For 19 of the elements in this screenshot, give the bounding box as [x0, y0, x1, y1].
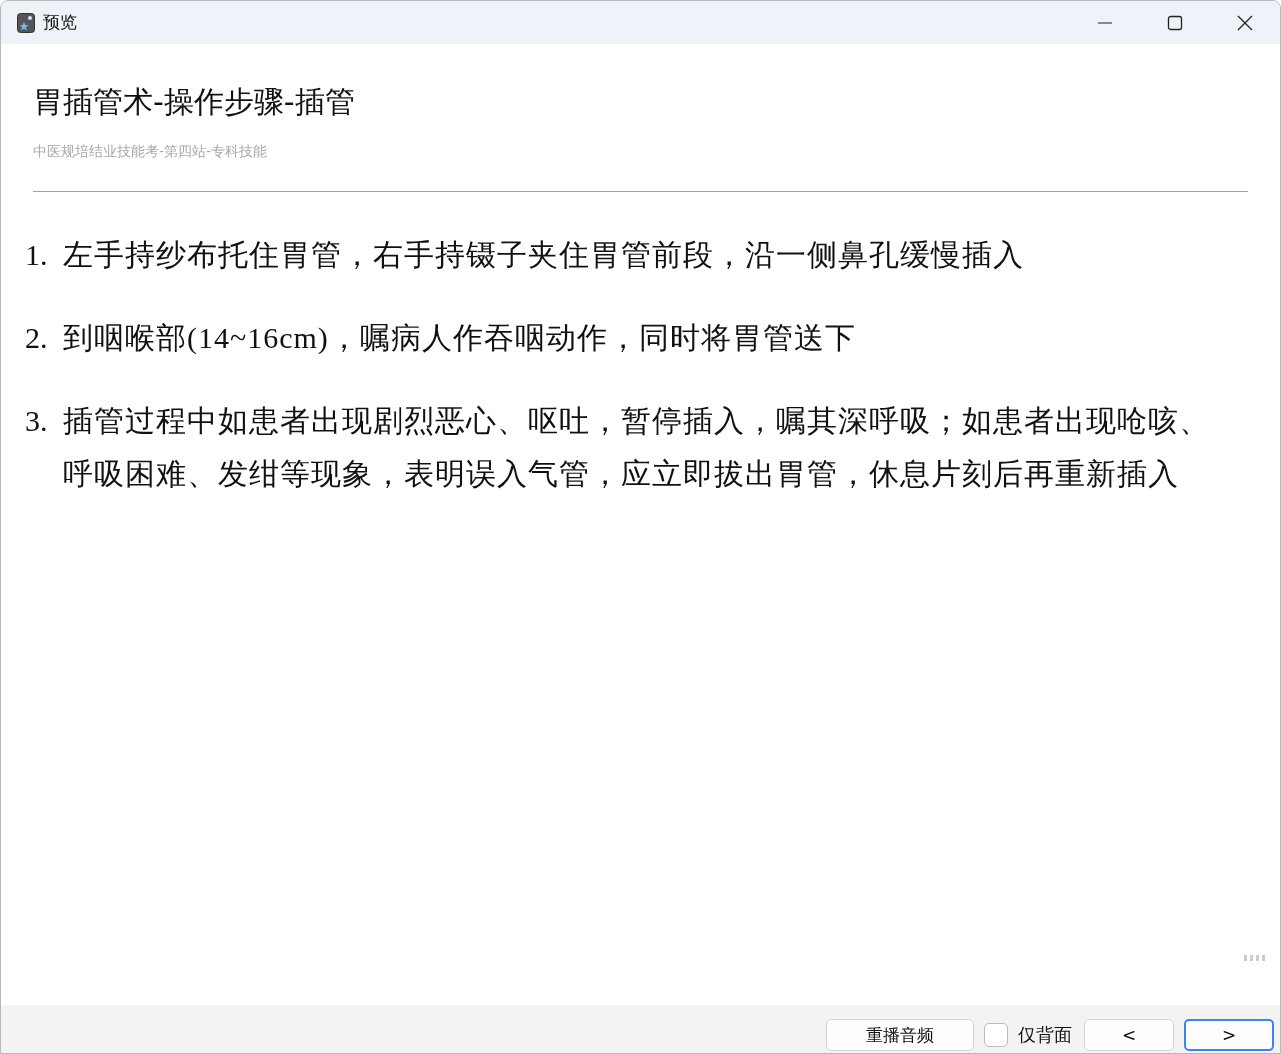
resize-grip-icon — [1244, 955, 1266, 961]
footer-button[interactable]: > — [1184, 1019, 1274, 1051]
window-title: 预览 — [43, 11, 77, 34]
minimize-icon — [1098, 21, 1112, 24]
step-text: 到咽喉部(14~16cm)，嘱病人作吞咽动作，同时将胃管送下 — [63, 320, 857, 356]
close-icon — [1237, 14, 1253, 31]
step-text: 插管过程中如患者出现剧烈恶心、呕吐，暂停插入，嘱其深呼吸；如患者出现呛咳、呼吸困难、发绀等现象，表明误入气管，应立即拔出胃管，休息片刻后再重新插入 — [63, 403, 1211, 492]
footer-button[interactable]: 重播音频 — [826, 1019, 974, 1051]
card-title: 胃插管术-操作步骤-插管 — [32, 83, 356, 121]
footer-button[interactable]: < — [1084, 1019, 1174, 1051]
step-text: 左手持纱布托住胃管，右手持镊子夹住胃管前段，沿一侧鼻孔缓慢插入 — [63, 237, 1025, 273]
app-icon — [17, 12, 35, 33]
checkbox-label: 仅背面 — [1018, 1023, 1072, 1047]
checkbox[interactable] — [984, 1023, 1008, 1047]
step-number: 1. — [25, 237, 49, 273]
card-subtitle: 中医规培结业技能考-第四站-专科技能 — [33, 143, 269, 161]
step-number: 3. — [25, 403, 49, 439]
maximize-icon — [1167, 14, 1183, 31]
step-number: 2. — [25, 320, 49, 356]
